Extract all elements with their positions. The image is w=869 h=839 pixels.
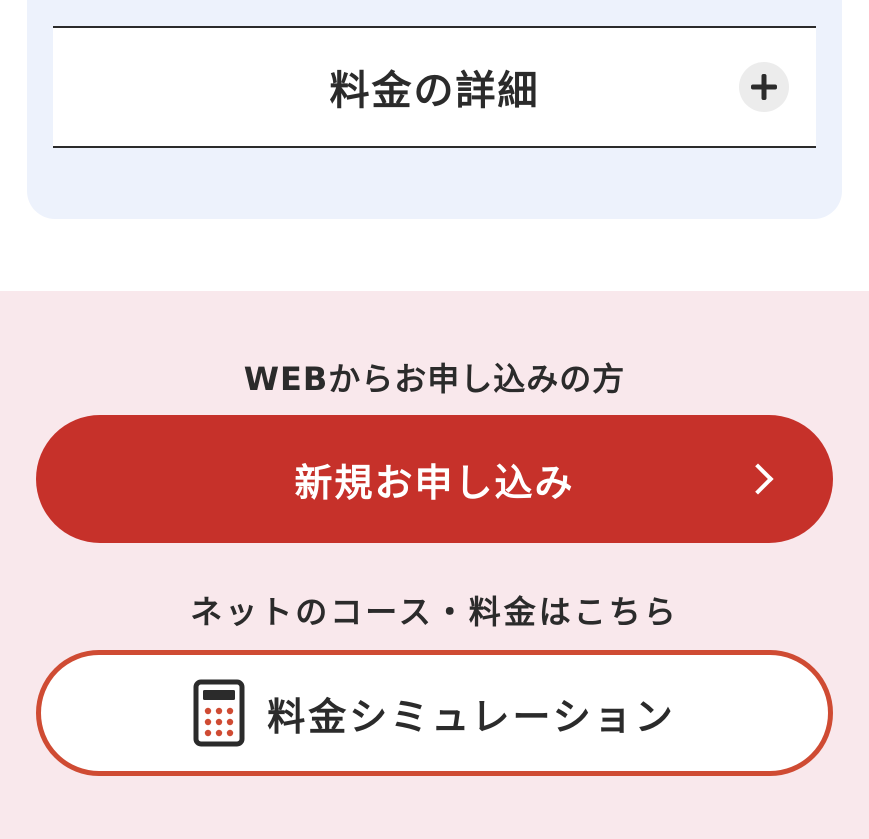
chevron-right-icon	[742, 463, 774, 495]
web-apply-heading: WEBからお申し込みの方	[243, 360, 626, 398]
fee-simulation-button[interactable]: 料金シミュレーション	[36, 650, 833, 776]
net-course-heading: ネットのコース・料金はこちら	[190, 593, 679, 631]
fee-details-accordion[interactable]: 料金の詳細	[53, 26, 816, 148]
new-application-label: 新規お申し込み	[294, 460, 575, 505]
application-section: WEBからお申し込みの方 新規お申し込み ネットのコース・料金はこちら 料金シミ…	[0, 291, 869, 839]
fee-simulation-label: 料金シミュレーション	[267, 694, 676, 739]
page: 料金の詳細 WEBからお申し込みの方 新規お申し込み ネットのコース・料金はこち…	[0, 0, 869, 839]
new-application-button[interactable]: 新規お申し込み	[36, 415, 833, 543]
plus-icon[interactable]	[739, 62, 789, 112]
fee-simulation-content: 料金シミュレーション	[193, 679, 675, 747]
fee-details-title: 料金の詳細	[329, 68, 540, 114]
calculator-icon	[193, 679, 245, 747]
